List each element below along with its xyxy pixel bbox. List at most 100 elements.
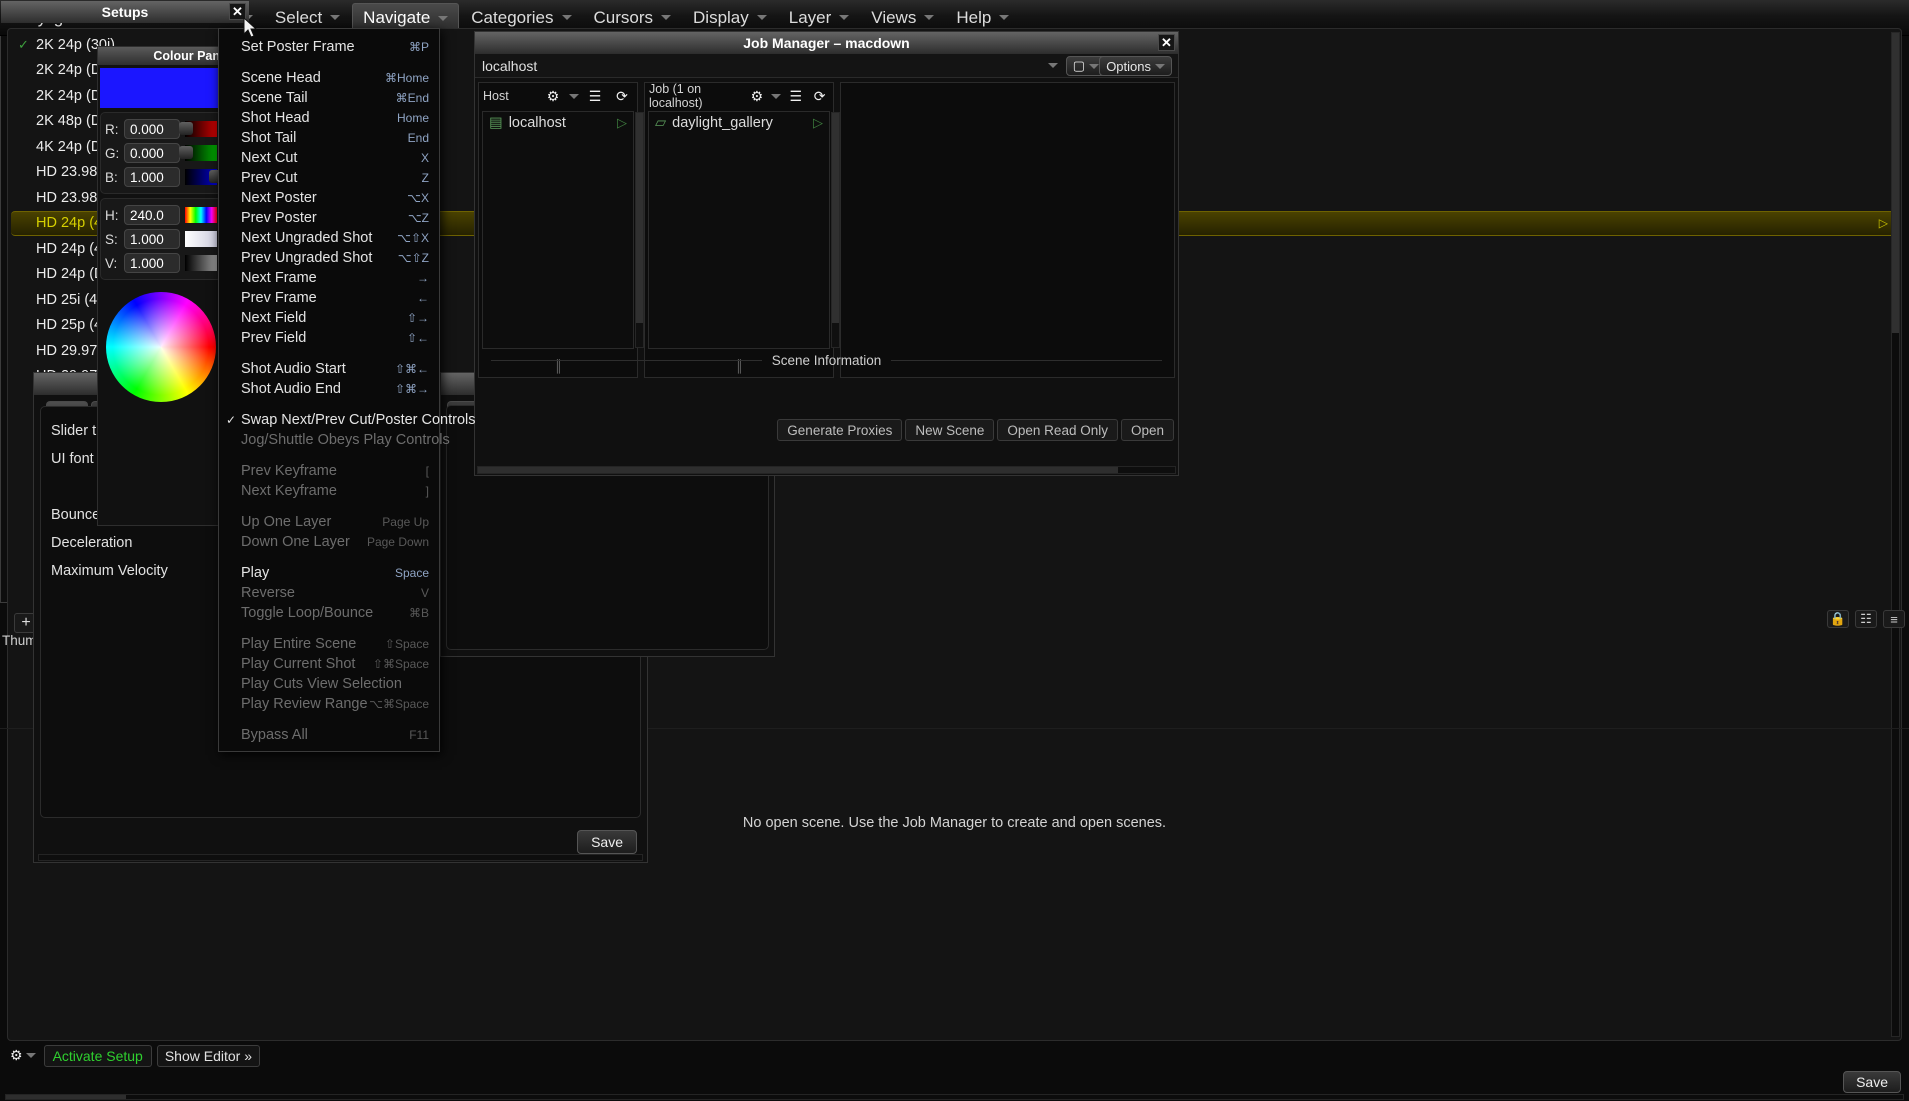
scrollbar-thumb[interactable]: [1892, 33, 1899, 333]
r-knob[interactable]: [179, 122, 193, 135]
menu-item-label: Prev Cut: [241, 170, 298, 186]
check-icon: ✓: [226, 413, 237, 427]
menu-item-play-current-shot: Play Current Shot ⇧⌘Space: [219, 654, 439, 674]
hsv-row-s[interactable]: S: 1.000: [101, 227, 221, 251]
open-button[interactable]: Open: [1120, 419, 1174, 441]
scene-column[interactable]: [840, 82, 1175, 378]
menu-item-label: Play Entire Scene: [241, 636, 357, 652]
list-item[interactable]: ▱ daylight_gallery ▷: [649, 112, 829, 134]
generate-proxies-button[interactable]: Generate Proxies: [777, 419, 903, 441]
setups-scrollbar[interactable]: [1891, 32, 1900, 1037]
preferences-save-button[interactable]: Save: [577, 830, 637, 854]
r-field[interactable]: 0.000: [124, 119, 180, 139]
job-column: Job (1 on localhost) ⚙ ☰ ⟳ ▱ daylight_ga…: [644, 82, 840, 378]
rgb-row-r[interactable]: R: 0.000: [101, 117, 221, 141]
grid-icon[interactable]: ☷: [1855, 610, 1877, 628]
list-item[interactable]: ▤ localhost ▷: [483, 112, 633, 134]
open-read-only-button[interactable]: Open Read Only: [997, 419, 1118, 441]
menu-item-shortcut: Z: [421, 171, 429, 185]
r-strip[interactable]: [179, 121, 217, 137]
menu-item-next-frame[interactable]: Next Frame →: [219, 268, 439, 288]
scrollbar-thumb[interactable]: [636, 113, 643, 323]
refresh-icon[interactable]: ⟳: [611, 86, 633, 106]
menu-item-prev-field[interactable]: Prev Field ⇧←: [219, 328, 439, 348]
sort-icon[interactable]: ☰: [584, 86, 606, 106]
submenu-arrow-icon[interactable]: ▷: [1879, 216, 1888, 230]
preferences-hscrollbar[interactable]: [38, 854, 643, 861]
job-list[interactable]: ▱ daylight_gallery ▷: [648, 111, 840, 349]
colour-swatch[interactable]: [100, 68, 222, 108]
menu-item-shot-head[interactable]: Shot Head Home: [219, 108, 439, 128]
job-manager-hscrollbar[interactable]: [477, 466, 1176, 474]
colour-wheel[interactable]: [106, 292, 216, 402]
setups-save-button[interactable]: Save: [1843, 1071, 1901, 1093]
g-field[interactable]: 0.000: [124, 143, 180, 163]
menu-item-shortcut: ]: [425, 484, 429, 498]
host-list[interactable]: ▤ localhost ▷: [482, 111, 644, 349]
menu-item-next-field[interactable]: Next Field ⇧→: [219, 308, 439, 328]
v-field[interactable]: 1.000: [124, 253, 180, 273]
hsv-row-v[interactable]: V: 1.000: [101, 251, 221, 275]
job-item-label: daylight_gallery: [672, 115, 773, 131]
close-icon[interactable]: ✕: [1158, 34, 1175, 51]
menu-item-shot-tail[interactable]: Shot Tail End: [219, 128, 439, 148]
menu-item-scene-head[interactable]: Scene Head ⌘Home: [219, 68, 439, 88]
gear-icon[interactable]: ⚙: [7, 1047, 39, 1064]
scrollbar-thumb[interactable]: [478, 467, 1118, 473]
sort-icon[interactable]: ☰: [786, 86, 805, 106]
new-scene-button[interactable]: New Scene: [905, 419, 995, 441]
b-field[interactable]: 1.000: [124, 167, 180, 187]
list-icon[interactable]: ≡: [1883, 610, 1905, 628]
menu-item-shortcut: ⇧→: [406, 311, 429, 325]
job-item-icon: ▱: [655, 115, 667, 131]
s-strip[interactable]: [185, 231, 217, 247]
gear-icon[interactable]: ⚙: [747, 86, 766, 106]
menu-item-next-cut[interactable]: Next Cut X: [219, 148, 439, 168]
scrollbar-thumb[interactable]: [6, 1095, 126, 1099]
host-list-scrollbar[interactable]: [635, 112, 644, 348]
menu-item-shot-audio-end[interactable]: Shot Audio End ⇧⌘→: [219, 379, 439, 399]
s-field[interactable]: 1.000: [124, 229, 180, 249]
h-strip[interactable]: [185, 207, 217, 223]
menu-item-prev-frame[interactable]: Prev Frame ←: [219, 288, 439, 308]
expand-arrow-icon[interactable]: ▷: [617, 115, 627, 131]
refresh-icon[interactable]: ⟳: [810, 86, 829, 106]
menu-item-set-poster-frame[interactable]: Set Poster Frame ⌘P: [219, 37, 439, 57]
g-knob[interactable]: [179, 146, 193, 159]
job-manager-address-bar[interactable]: localhost ▢ Options: [475, 54, 1178, 78]
rgb-row-b[interactable]: B: 1.000: [101, 165, 223, 189]
menu-item-shortcut: ⌘P: [408, 40, 429, 54]
menu-item-next-poster[interactable]: Next Poster ⌥X: [219, 188, 439, 208]
menu-item-play[interactable]: Play Space: [219, 563, 439, 583]
menu-item-prev-cut[interactable]: Prev Cut Z: [219, 168, 439, 188]
menu-item-label: Shot Audio Start: [241, 361, 346, 377]
menu-item-shot-audio-start[interactable]: Shot Audio Start ⇧⌘←: [219, 359, 439, 379]
menu-item-scene-tail[interactable]: Scene Tail ⌘End: [219, 88, 439, 108]
job-list-scrollbar[interactable]: [831, 112, 840, 348]
b-strip[interactable]: [185, 169, 223, 185]
menu-item-shortcut: Space: [394, 566, 429, 580]
h-field[interactable]: 240.0: [124, 205, 180, 225]
v-strip[interactable]: [185, 255, 217, 271]
scrollbar-thumb[interactable]: [832, 113, 839, 323]
setups-hscrollbar[interactable]: [5, 1094, 1904, 1100]
hsv-row-h[interactable]: H: 240.0: [101, 203, 221, 227]
g-strip[interactable]: [179, 145, 217, 161]
menu-item-prev-ungraded-shot[interactable]: Prev Ungraded Shot ⌥⇧Z: [219, 248, 439, 268]
options-button[interactable]: Options: [1099, 56, 1172, 76]
menu-item-up-one-layer: Up One Layer Page Up: [219, 512, 439, 532]
lock-icon[interactable]: 🔒: [1827, 610, 1849, 628]
chevron-down-icon[interactable]: [771, 93, 782, 99]
activate-setup-button[interactable]: Activate Setup: [43, 1044, 152, 1067]
job-manager-title: Job Manager – macdown: [743, 35, 910, 51]
expand-arrow-icon[interactable]: ▷: [813, 115, 823, 131]
chevron-down-icon[interactable]: [1048, 63, 1058, 68]
menu-item-next-ungraded-shot[interactable]: Next Ungraded Shot ⌥⇧X: [219, 228, 439, 248]
rgb-row-g[interactable]: G: 0.000: [101, 141, 221, 165]
chevron-down-icon[interactable]: [569, 93, 579, 99]
gear-icon[interactable]: ⚙: [542, 86, 564, 106]
menu-item-prev-poster[interactable]: Prev Poster ⌥Z: [219, 208, 439, 228]
menu-item-swap-next-prev-cut-poster-controls[interactable]: ✓ Swap Next/Prev Cut/Poster Controls: [219, 410, 476, 430]
chevron-down-icon: [924, 15, 935, 20]
show-editor-button[interactable]: Show Editor »: [156, 1044, 261, 1067]
